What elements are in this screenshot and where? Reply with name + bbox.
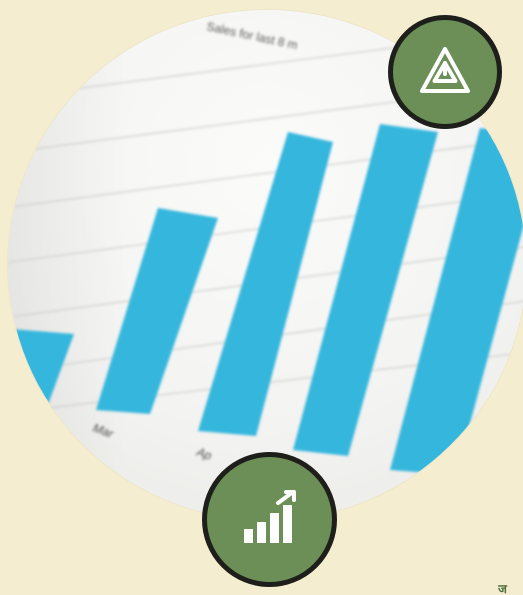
growth-bar-chart-icon (243, 489, 296, 543)
gridline (8, 138, 523, 208)
chart-title-fragment: Sales for last 8 m (205, 19, 299, 52)
bar (96, 208, 218, 414)
x-tick-label: Mar (91, 421, 116, 442)
bars (8, 124, 523, 475)
triangle-badge (388, 15, 502, 129)
bar (8, 328, 74, 414)
triforce-triangle-icon (420, 47, 470, 93)
stage: Sales for last 8 m Mar Ap ज (0, 0, 523, 595)
growth-badge (202, 452, 337, 587)
brand-logo-fragment: ज (498, 582, 508, 595)
x-tick-label: Ap (194, 444, 214, 463)
